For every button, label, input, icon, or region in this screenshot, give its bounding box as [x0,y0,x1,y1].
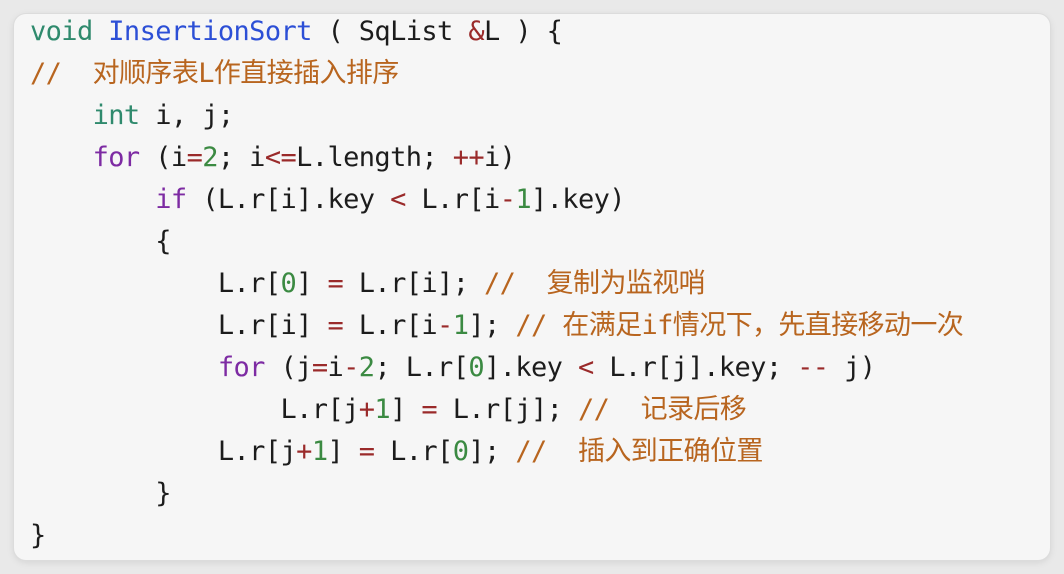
code-token: // 对顺序表L作直接插入排序 [30,58,399,89]
code-token: ].key [484,352,578,383]
code-line: L.r[j+1] = L.r[j]; // 记录后移 [30,389,963,431]
code-token: // 插入到正确位置 [515,436,763,467]
code-token: (j [264,352,312,383]
code-token: ] [327,436,359,467]
code-token: = [311,352,328,383]
code-token: 1 [374,394,391,425]
code-token: ]; [468,436,516,467]
code-token: + [358,394,375,425]
code-token: L.r[i [405,184,500,215]
code-token: = [358,436,375,467]
code-token: L.r[ [374,436,453,467]
code-token: L.r[j]; [437,394,578,425]
code-token: L ) { [484,16,563,47]
code-line: { [30,221,963,263]
code-token: 0 [280,268,297,299]
code-token: { [30,226,171,257]
code-token: int [92,100,141,131]
code-token: (i [139,142,187,173]
code-line: } [30,473,963,515]
code-token: L.r[j].key; [593,352,798,383]
code-line: L.r[i] = L.r[i-1]; // 在满足if情况下，先直接移动一次 [30,305,964,347]
code-token: L.r[i [343,310,438,341]
code-line: } [30,515,963,557]
code-token: 2 [358,352,375,383]
code-token: i) [484,142,516,173]
code-line: // 对顺序表L作直接插入排序 [30,53,963,95]
code-token: void [30,16,93,47]
code-token: L.r[ [30,268,281,299]
code-token: - [499,184,516,215]
code-line: L.r[j+1] = L.r[0]; // 插入到正确位置 [30,431,963,473]
code-token: ] [390,394,422,425]
code-token: L.r[i]; [343,268,485,299]
code-token: < [577,352,594,383]
code-token: ]; [468,310,516,341]
code-token: i, j; [139,100,234,131]
code-token: // 在满足if情况下，先直接移动一次 [515,310,964,341]
code-line: void InsertionSort ( SqList &L ) { [30,11,963,53]
code-token: j) [828,352,876,383]
code-token: + [296,436,312,467]
code-token: < [390,184,406,215]
code-token: } [30,478,171,509]
code-token: 0 [468,352,485,383]
code-line: if (L.r[i].key < L.r[i-1].key) [30,179,963,221]
code-block: void InsertionSort ( SqList &L ) { // 对顺序… [30,11,964,557]
code-token: } [30,520,46,551]
code-token: - [343,352,359,383]
code-token: L.r[j [30,394,359,425]
code-token: ; L.r[ [374,352,469,383]
code-token: i [327,352,344,383]
code-token: = [186,142,203,173]
code-token: -- [797,352,829,383]
code-token: = [327,268,344,299]
code-token: 1 [311,436,328,467]
code-line: for (j=i-2; L.r[0].key < L.r[j].key; -- … [30,347,963,389]
code-token: // 复制为监视哨 [484,268,706,299]
code-token: ( SqList [311,16,469,47]
code-token: ++ [452,142,485,173]
code-token: = [327,310,344,341]
code-window: void InsertionSort ( SqList &L ) { // 对顺序… [14,14,1050,560]
code-line: int i, j; [30,95,963,137]
code-token: 1 [515,184,531,215]
code-token: ].key) [531,184,626,215]
code-token: ] [296,268,328,299]
code-token: & [468,16,485,47]
code-line: for (i=2; i<=L.length; ++i) [30,137,963,179]
code-token: if [155,184,187,215]
code-token: 2 [202,142,218,173]
code-token: for [217,352,266,383]
code-token: L.length; [296,142,453,173]
code-token: L.r[i] [30,310,328,341]
code-token: - [437,310,453,341]
code-line: L.r[0] = L.r[i]; // 复制为监视哨 [30,263,963,305]
code-token: for [92,142,141,173]
code-token: L.r[j [30,436,297,467]
code-token: (L.r[i].key [186,184,391,215]
code-token: ; i [217,142,266,173]
code-token: // 记录后移 [577,394,747,425]
code-token: = [421,394,438,425]
code-token: <= [264,142,297,173]
code-token: InsertionSort [108,16,312,47]
code-token: 1 [452,310,469,341]
code-token: 0 [452,436,469,467]
